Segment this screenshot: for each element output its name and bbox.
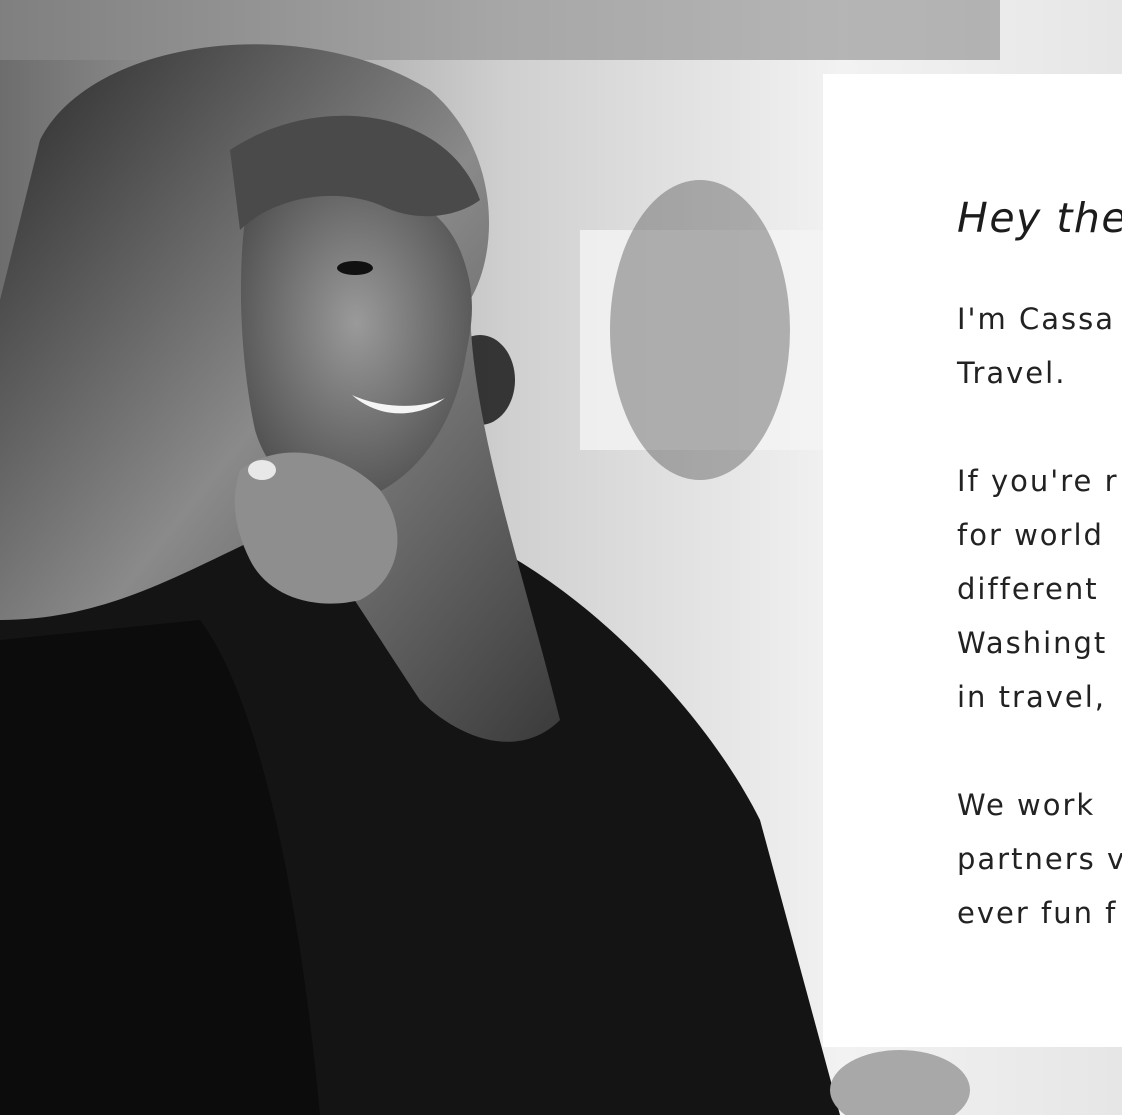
- greeting-heading: Hey the: [957, 194, 1122, 242]
- paragraph-line: different: [957, 572, 1099, 606]
- paragraph-line: Washingt: [957, 626, 1108, 660]
- paragraph-line: If you're r: [957, 464, 1119, 498]
- paragraph-line: I'm Cassa: [957, 302, 1116, 336]
- background-paragraph: If you're r for world different Washingt…: [957, 454, 1119, 724]
- paragraph-line: for world: [957, 518, 1104, 552]
- paragraph-line: ever fun f: [957, 896, 1118, 930]
- paragraph-line: We work: [957, 788, 1096, 822]
- paragraph-line: partners v: [957, 842, 1122, 876]
- paragraph-line: in travel,: [957, 680, 1106, 714]
- intro-paragraph: I'm Cassa Travel.: [957, 292, 1115, 400]
- paragraph-line: Travel.: [957, 356, 1067, 390]
- page: Hey the I'm Cassa Travel. If you're r fo…: [0, 0, 1122, 1115]
- partners-paragraph: We work partners v ever fun f: [957, 778, 1122, 940]
- about-card: Hey the I'm Cassa Travel. If you're r fo…: [823, 74, 1122, 1047]
